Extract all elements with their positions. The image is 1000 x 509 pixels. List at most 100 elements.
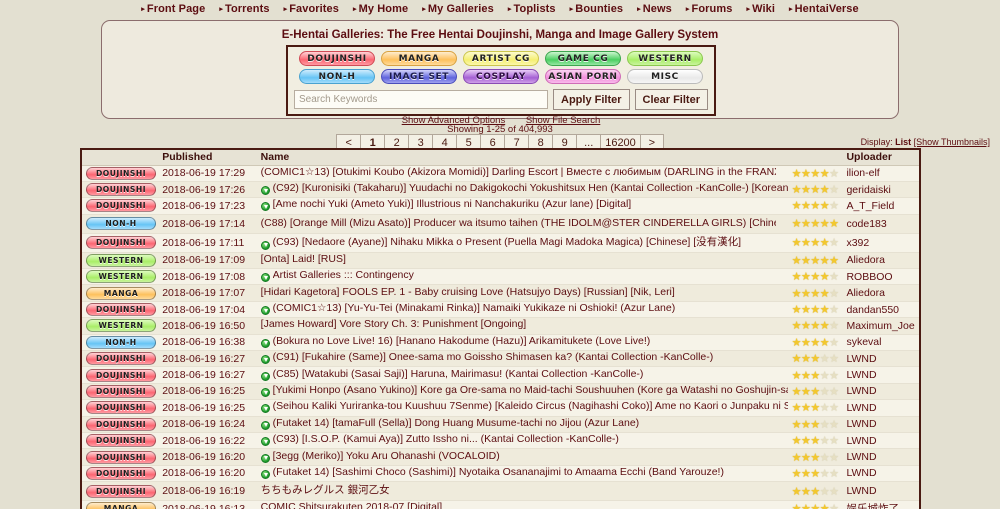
uploader-link[interactable]: 娱乐城炸了 — [846, 503, 899, 509]
nav-item-favorites[interactable]: ▸ Favorites — [284, 3, 339, 15]
category-button-gamecg[interactable]: GAME CG — [545, 51, 621, 66]
category-button-manga[interactable]: MANGA — [381, 51, 457, 66]
table-row[interactable]: DOUJINSHI 2018-06-19 16:20 (Futaket 14) [S… — [82, 465, 919, 483]
uploader-link[interactable]: ROBBOO — [846, 271, 892, 283]
table-row[interactable]: DOUJINSHI 2018-06-19 17:23 [Ame nochi Yuki… — [82, 197, 919, 215]
uploader-link[interactable]: LWND — [846, 485, 876, 497]
gallery-title-link[interactable]: (COMIC1☆13) [Otukimi Koubo (Akizora Momi… — [261, 166, 776, 178]
uploader-link[interactable]: LWND — [846, 369, 876, 381]
search-input[interactable] — [294, 90, 548, 109]
category-badge-doujinshi[interactable]: DOUJINSHI — [86, 199, 156, 213]
nav-item-hentaiverse[interactable]: ▸ HentaiVerse — [789, 3, 859, 15]
nav-item-torrents[interactable]: ▸ Torrents — [219, 3, 269, 15]
category-button-doujinshi[interactable]: DOUJINSHI — [299, 51, 375, 66]
gallery-title-link[interactable]: (COMIC1☆13) [Yu-Yu-Tei (Minakami Rinka)]… — [273, 302, 676, 314]
category-button-misc[interactable]: MISC — [627, 69, 703, 84]
category-button-cosplay[interactable]: COSPLAY — [463, 69, 539, 84]
clear-filter-button[interactable]: Clear Filter — [634, 89, 708, 110]
gallery-title-link[interactable]: ちちもみレグルス 銀河乙女 — [261, 482, 390, 497]
category-button-asianporn[interactable]: ASIAN PORN — [545, 69, 621, 84]
gallery-title-link[interactable]: (C88) [Orange Mill (Mizu Asato)] Produce… — [261, 215, 776, 230]
table-row[interactable]: DOUJINSHI 2018-06-19 16:20 [3egg (Meriko)]… — [82, 448, 919, 466]
category-badge-doujinshi[interactable]: DOUJINSHI — [86, 434, 156, 448]
gallery-title-link[interactable]: [James Howard] Vore Story Ch. 3: Punishm… — [261, 318, 527, 330]
table-row[interactable]: DOUJINSHI 2018-06-19 17:29 (COMIC1☆13) [Ot… — [82, 165, 919, 182]
gallery-title-link[interactable]: (C91) [Fukahire (Same)] Onee-sama mo Goi… — [273, 351, 714, 363]
table-row[interactable]: NON-H 2018-06-19 17:14 (C88) [Orange Mill … — [82, 214, 919, 234]
table-row[interactable]: DOUJINSHI 2018-06-19 17:11 (C93) [Nedaore … — [82, 233, 919, 253]
category-badge-doujinshi[interactable]: DOUJINSHI — [86, 183, 156, 197]
uploader-link[interactable]: LWND — [846, 435, 876, 447]
category-badge-manga[interactable]: MANGA — [86, 286, 156, 300]
uploader-link[interactable]: ilion-elf — [846, 167, 879, 179]
table-row[interactable]: DOUJINSHI 2018-06-19 16:25 [Yukimi Honpo (… — [82, 383, 919, 401]
category-badge-manga[interactable]: MANGA — [86, 502, 156, 509]
uploader-link[interactable]: LWND — [846, 418, 876, 430]
category-badge-doujinshi[interactable]: DOUJINSHI — [86, 450, 156, 464]
nav-item-my-galleries[interactable]: ▸ My Galleries — [422, 3, 494, 15]
table-row[interactable]: DOUJINSHI 2018-06-19 16:27 (C85) [Watakubi… — [82, 366, 919, 384]
category-badge-doujinshi[interactable]: DOUJINSHI — [86, 368, 156, 382]
category-badge-doujinshi[interactable]: DOUJINSHI — [86, 384, 156, 398]
uploader-link[interactable]: LWND — [846, 402, 876, 414]
table-row[interactable]: DOUJINSHI 2018-06-19 17:26 (C92) [Kuronisi… — [82, 181, 919, 199]
category-badge-doujinshi[interactable]: DOUJINSHI — [86, 417, 156, 431]
uploader-link[interactable]: A_T_Field — [846, 200, 894, 212]
table-row[interactable]: WESTERN 2018-06-19 17:09 [Onta] Laid! [RUS… — [82, 252, 919, 270]
show-thumbnails-link[interactable]: [Show Thumbnails] — [914, 137, 990, 147]
category-badge-doujinshi[interactable]: DOUJINSHI — [86, 352, 156, 366]
uploader-link[interactable]: dandan550 — [846, 304, 899, 316]
category-badge-doujinshi[interactable]: DOUJINSHI — [86, 303, 156, 317]
category-button-imageset[interactable]: IMAGE SET — [381, 69, 457, 84]
category-button-artistcg[interactable]: ARTIST CG — [463, 51, 539, 66]
uploader-link[interactable]: geridaiski — [846, 184, 890, 196]
apply-filter-button[interactable]: Apply Filter — [553, 89, 630, 110]
category-badge-doujinshi[interactable]: DOUJINSHI — [86, 484, 156, 498]
header-published[interactable]: Published — [158, 150, 257, 166]
gallery-title-link[interactable]: (Futaket 14) [tamaFull (Sella)] Dong Hua… — [273, 417, 640, 429]
table-row[interactable]: WESTERN 2018-06-19 17:08 Artist Galleries … — [82, 268, 919, 286]
gallery-title-link[interactable]: [Hidari Kagetora] FOOLS EP. 1 - Baby cru… — [261, 286, 675, 298]
category-badge-doujinshi[interactable]: DOUJINSHI — [86, 236, 156, 250]
gallery-title-link[interactable]: (Seihou Kaliki Yuriranka-tou Kuushuu 7Se… — [273, 400, 788, 412]
table-row[interactable]: MANGA 2018-06-19 17:07 [Hidari Kagetora] F… — [82, 284, 919, 302]
gallery-title-link[interactable]: [Ame nochi Yuki (Ameto Yuki)] Illustriou… — [273, 198, 632, 210]
nav-item-bounties[interactable]: ▸ Bounties — [570, 3, 623, 15]
gallery-title-link[interactable]: COMIC Shitsurakuten 2018-07 [Digital] — [261, 501, 443, 509]
nav-item-wiki[interactable]: ▸ Wiki — [746, 3, 775, 15]
category-badge-nonh[interactable]: NON-H — [86, 217, 156, 231]
category-badge-western[interactable]: WESTERN — [86, 270, 156, 284]
table-row[interactable]: DOUJINSHI 2018-06-19 16:22 (C93) [I.S.O.P.… — [82, 432, 919, 450]
gallery-title-link[interactable]: [3egg (Meriko)] Yoku Aru Ohanashi (VOCAL… — [273, 450, 500, 462]
uploader-link[interactable]: x392 — [846, 237, 869, 249]
uploader-link[interactable]: Aliedora — [846, 287, 885, 299]
uploader-link[interactable]: LWND — [846, 353, 876, 365]
gallery-title-link[interactable]: Artist Galleries ::: Contingency — [273, 269, 414, 281]
gallery-title-link[interactable]: (Bokura no Love Live! 16) [Hanano Hakodu… — [273, 335, 651, 347]
category-badge-doujinshi[interactable]: DOUJINSHI — [86, 466, 156, 480]
category-badge-doujinshi[interactable]: DOUJINSHI — [86, 166, 156, 180]
gallery-title-link[interactable]: (C93) [I.S.O.P. (Kamui Aya)] Zutto Issho… — [273, 433, 619, 445]
uploader-link[interactable]: LWND — [846, 385, 876, 397]
category-badge-western[interactable]: WESTERN — [86, 253, 156, 267]
gallery-title-link[interactable]: (C85) [Watakubi (Sasai Saji)] Haruna, Ma… — [273, 368, 644, 380]
uploader-link[interactable]: LWND — [846, 451, 876, 463]
category-badge-nonh[interactable]: NON-H — [86, 335, 156, 349]
category-badge-western[interactable]: WESTERN — [86, 319, 156, 333]
category-button-western[interactable]: WESTERN — [627, 51, 703, 66]
nav-item-toplists[interactable]: ▸ Toplists — [508, 3, 556, 15]
table-row[interactable]: DOUJINSHI 2018-06-19 16:25 (Seihou Kaliki … — [82, 399, 919, 417]
category-badge-doujinshi[interactable]: DOUJINSHI — [86, 401, 156, 415]
nav-item-my-home[interactable]: ▸ My Home — [353, 3, 408, 15]
table-row[interactable]: MANGA 2018-06-19 16:13 COMIC Shitsurakuten… — [82, 500, 919, 509]
nav-item-forums[interactable]: ▸ Forums — [686, 3, 733, 15]
nav-item-news[interactable]: ▸ News — [637, 3, 672, 15]
gallery-title-link[interactable]: (C92) [Kuronisiki (Takaharu)] Yuudachi n… — [273, 182, 788, 194]
gallery-title-link[interactable]: [Onta] Laid! [RUS] — [261, 253, 346, 265]
table-row[interactable]: NON-H 2018-06-19 16:38 (Bokura no Love Liv… — [82, 334, 919, 352]
table-row[interactable]: DOUJINSHI 2018-06-19 16:24 (Futaket 14) [t… — [82, 416, 919, 433]
uploader-link[interactable]: Maximum_Joe — [846, 320, 914, 332]
uploader-link[interactable]: sykeval — [846, 336, 881, 348]
uploader-link[interactable]: Aliedora — [846, 254, 885, 266]
table-row[interactable]: DOUJINSHI 2018-06-19 17:04 (COMIC1☆13) [Yu… — [82, 301, 919, 319]
